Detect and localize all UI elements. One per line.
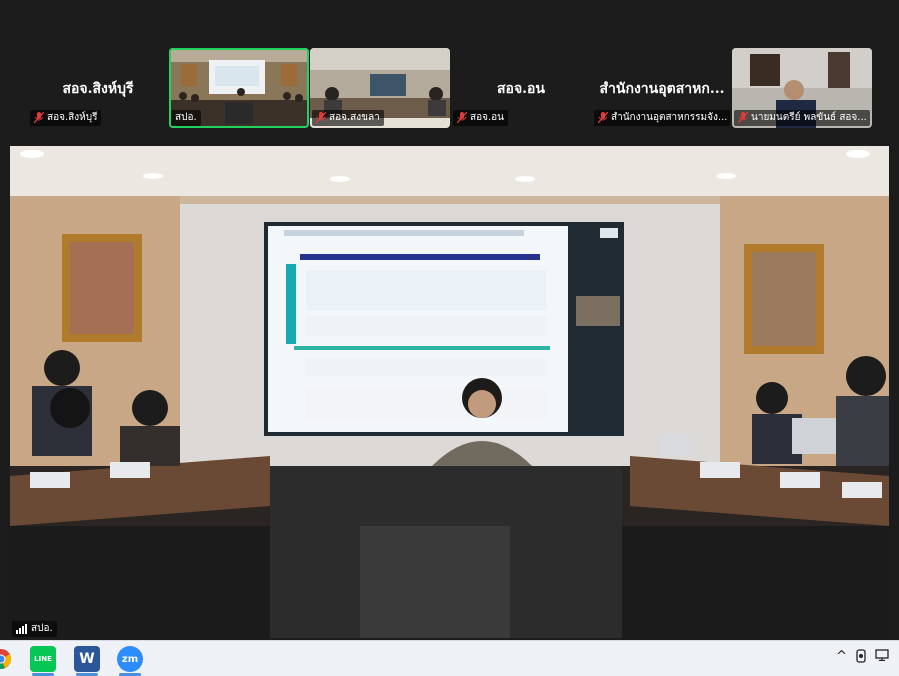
participant-tile[interactable]: นายมนตรีย์ พลขันธ์ สอจ... [732,48,872,128]
speaker-label: สปอ. [12,621,57,637]
participant-label: นายมนตรีย์ พลขันธ์ สอจ... [734,110,870,126]
participant-label: สอจ.สงขลา [312,110,384,126]
participant-name: สำนักงานอุตสาหก... [599,81,725,97]
line-icon[interactable]: LINE [30,646,56,672]
signal-strength-icon [16,624,27,634]
participant-label: สอจ.สิงห์บุรี [30,110,102,126]
chrome-icon[interactable] [0,646,14,672]
participant-tile[interactable]: สอจ.อน สอจ.อน [451,48,591,128]
mic-muted-icon [34,112,44,124]
meeting-room-scene [10,146,889,638]
taskbar: LINE W zm ^ [0,640,899,676]
participant-name: สอจ.สิงห์บุรี [62,81,134,97]
participant-label: สำนักงานอุตสาหกรรมจัง... [594,110,730,126]
participant-label: สอจ.อน [453,110,508,126]
main-video[interactable] [10,146,889,638]
participant-tile[interactable]: สอจ.สงขลา [310,48,450,128]
chevron-up-icon[interactable]: ^ [836,649,847,667]
participant-tile-active[interactable]: สปอ. [169,48,309,128]
participant-tile[interactable]: สอจ.สิงห์บุรี สอจ.สิงห์บุรี [28,48,168,128]
network-icon[interactable] [875,649,889,667]
mic-muted-icon [316,112,326,124]
meeting-icon[interactable] [855,649,867,667]
mic-muted-icon [457,112,467,124]
system-tray: ^ [836,649,899,667]
participant-strip: สอจ.สิงห์บุรี สอจ.สิงห์บุรี สปอ. สอจ.สงข… [0,0,899,140]
participant-label: สปอ. [171,110,201,126]
participant-tile[interactable]: สำนักงานอุตสาหก... สำนักงานอุตสาหกรรมจัง… [592,48,732,128]
mic-muted-icon [598,112,608,124]
mic-muted-icon [738,112,748,124]
zoom-icon[interactable]: zm [117,646,143,672]
participant-name: สอจ.อน [496,81,545,97]
word-icon[interactable]: W [74,646,100,672]
